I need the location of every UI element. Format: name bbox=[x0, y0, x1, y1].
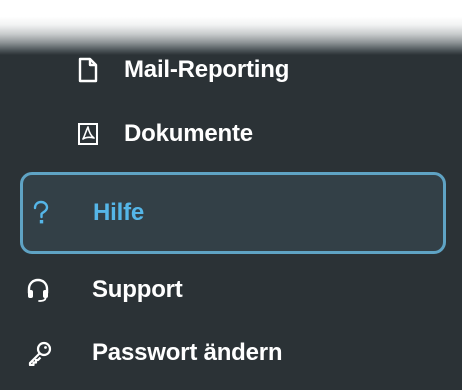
sidebar-item-label: Hilfe bbox=[93, 199, 145, 226]
sidebar-item-label: Mail-Reporting bbox=[124, 56, 290, 83]
sidebar-item-mail-reporting[interactable]: Mail-Reporting bbox=[0, 40, 462, 100]
sidebar-item-hilfe[interactable]: Hilfe bbox=[20, 172, 446, 254]
help-icon bbox=[27, 199, 55, 227]
sidebar-item-label: Support bbox=[92, 276, 183, 303]
pdf-document-icon bbox=[74, 120, 102, 148]
sidebar-nav: Mail-Reporting Dokumente Hilfe Support P… bbox=[0, 0, 462, 390]
sidebar-item-dokumente[interactable]: Dokumente bbox=[0, 104, 462, 164]
headset-icon bbox=[24, 276, 52, 304]
sidebar-item-support[interactable]: Support bbox=[0, 260, 462, 320]
sidebar-item-passwort-aendern[interactable]: Passwort ändern bbox=[0, 323, 462, 383]
document-icon bbox=[74, 56, 102, 84]
key-icon bbox=[26, 339, 54, 367]
sidebar-item-label: Dokumente bbox=[124, 120, 253, 147]
sidebar-item-label: Passwort ändern bbox=[92, 339, 283, 366]
